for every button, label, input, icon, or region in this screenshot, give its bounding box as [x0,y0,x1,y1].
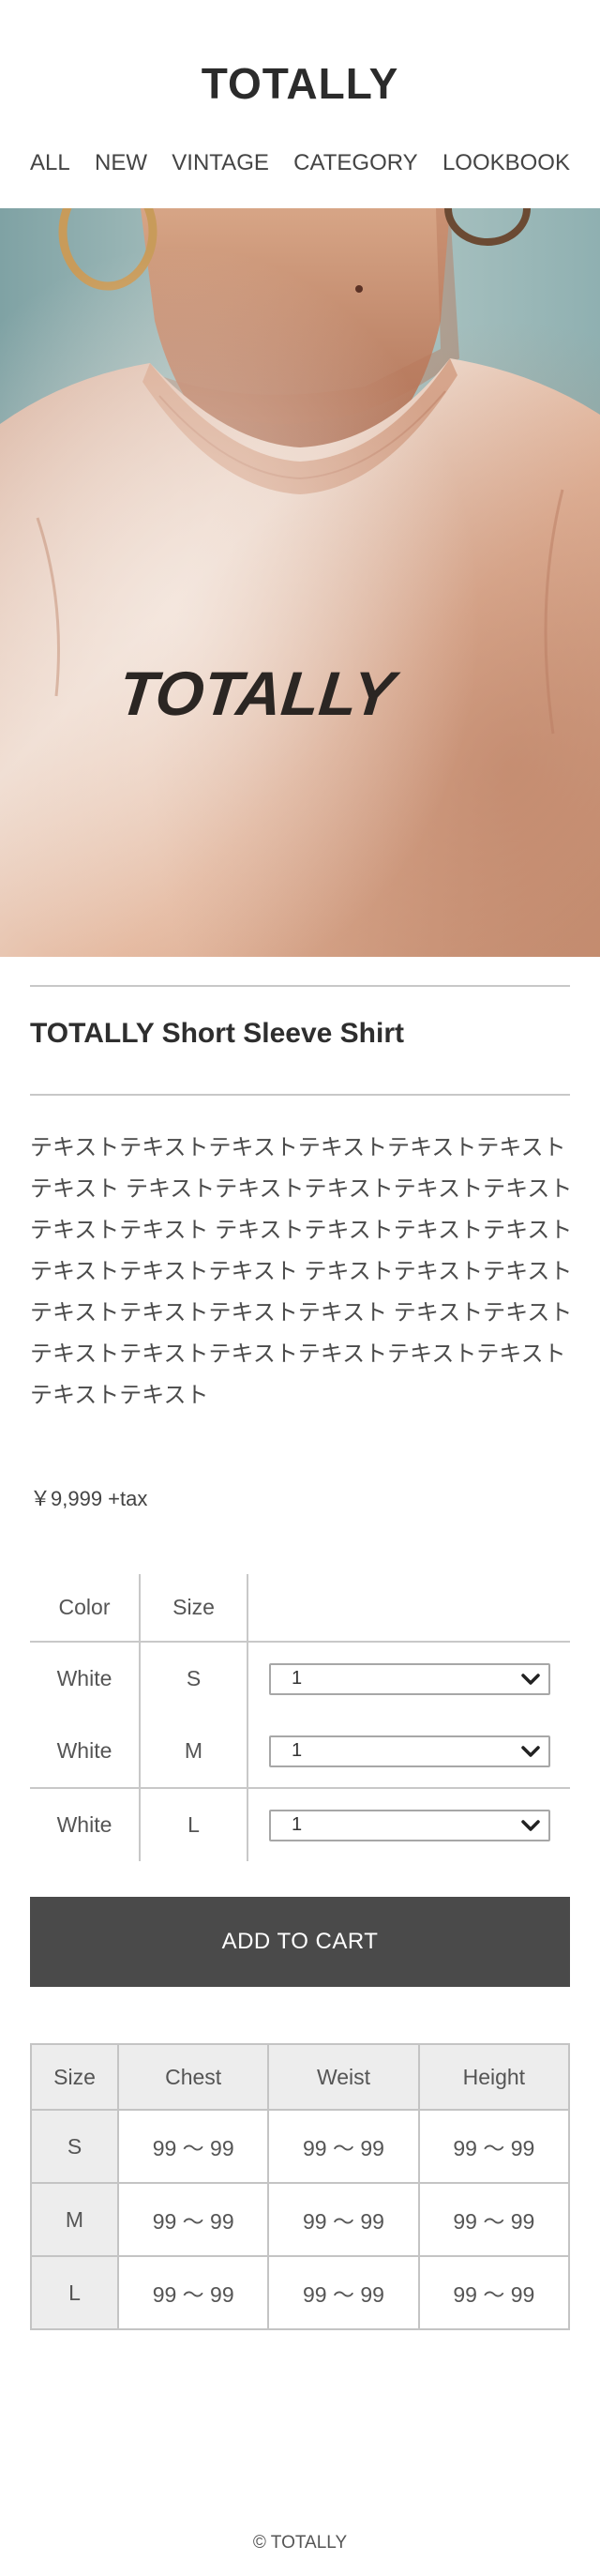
variant-size: S [140,1642,248,1715]
variant-color: White [30,1715,141,1789]
product-photo: TOTALLY [0,208,600,957]
size-chart-row: L 99 〜 99 99 〜 99 99 〜 99 [30,2255,571,2330]
variant-row: White L 1 [30,1788,570,1861]
size-chart-cell: 99 〜 99 [417,2182,571,2257]
product-hero-image: TOTALLY [0,208,600,957]
size-chart-table: Size Chest Weist Height S 99 〜 99 99 〜 9… [30,2043,571,2330]
variant-header-row: Color Size [30,1574,570,1643]
variant-row: White M 1 [30,1715,570,1789]
nav-item-vintage[interactable]: VINTAGE [172,150,269,176]
quantity-select[interactable]: 1 [269,1809,550,1841]
size-chart-row: M 99 〜 99 99 〜 99 99 〜 99 [30,2182,571,2257]
chevron-down-icon [521,1745,540,1757]
size-chart-cell: 99 〜 99 [267,2109,420,2184]
size-chart-size: S [30,2109,119,2184]
variant-row: White S 1 [30,1642,570,1715]
size-chart-row: S 99 〜 99 99 〜 99 99 〜 99 [30,2109,571,2184]
quantity-select[interactable]: 1 [269,1735,550,1767]
divider [30,1094,570,1096]
variant-size: M [140,1715,248,1789]
size-chart-size: L [30,2255,119,2330]
main-nav: ALL NEW VINTAGE CATEGORY LOOKBOOK [30,150,570,176]
product-description: テキストテキストテキストテキストテキストテキストテキスト テキストテキストテキス… [30,1135,573,1408]
size-chart-cell: 99 〜 99 [267,2182,420,2257]
size-chart-header: Height [417,2043,571,2111]
size-chart-cell: 99 〜 99 [267,2255,420,2330]
size-chart-header-row: Size Chest Weist Height [30,2043,571,2111]
quantity-select[interactable]: 1 [269,1662,550,1695]
variant-table: Color Size White S 1 White M 1 White L 1 [30,1574,570,1861]
variant-qty-cell: 1 [248,1642,570,1715]
copyright-text: © TOTALLY [252,2533,348,2553]
nav-item-all[interactable]: ALL [30,150,70,176]
divider [30,985,570,987]
quantity-value: 1 [292,1740,303,1761]
size-chart-header: Chest [116,2043,270,2111]
site-header: TOTALLY ALL NEW VINTAGE CATEGORY LOOKBOO… [0,0,600,208]
product-price: ￥9,999 +tax [30,1487,148,1510]
nav-item-lookbook[interactable]: LOOKBOOK [442,150,570,176]
quantity-value: 1 [292,1668,303,1689]
shirt-print-text: TOTALLY [115,659,403,729]
product-title: TOTALLY Short Sleeve Shirt [30,1018,404,1049]
variant-color: White [30,1788,141,1861]
size-chart-cell: 99 〜 99 [116,2255,270,2330]
nav-item-new[interactable]: NEW [95,150,147,176]
site-logo[interactable]: TOTALLY [0,58,600,109]
site-footer: © TOTALLY [0,2533,600,2553]
size-chart-size: M [30,2182,119,2257]
size-chart-header: Weist [267,2043,420,2111]
variant-qty-cell: 1 [248,1788,570,1861]
size-chart-header: Size [30,2043,119,2111]
nav-item-category[interactable]: CATEGORY [293,150,417,176]
quantity-value: 1 [292,1814,303,1835]
variant-color: White [30,1642,141,1715]
variant-header-color: Color [30,1574,141,1643]
size-chart-cell: 99 〜 99 [417,2255,571,2330]
variant-size: L [140,1788,248,1861]
add-to-cart-button[interactable]: ADD TO CART [30,1897,570,1987]
size-chart-cell: 99 〜 99 [116,2109,270,2184]
chevron-down-icon [521,1673,540,1685]
variant-header-size: Size [140,1574,248,1643]
size-chart-cell: 99 〜 99 [116,2182,270,2257]
size-chart-cell: 99 〜 99 [417,2109,571,2184]
variant-header-quantity [248,1574,570,1643]
variant-qty-cell: 1 [248,1715,570,1789]
chevron-down-icon [521,1819,540,1831]
